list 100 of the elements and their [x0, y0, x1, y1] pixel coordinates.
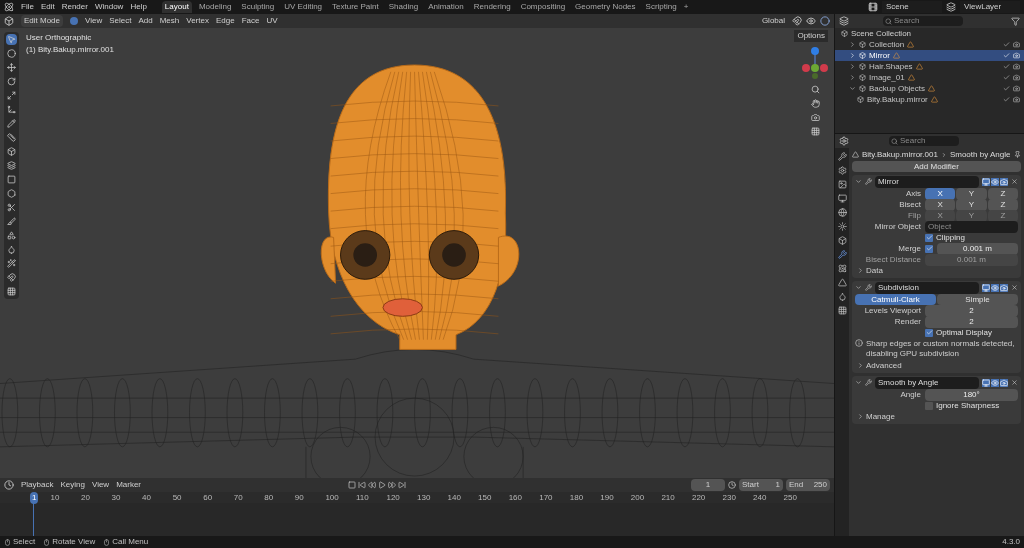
- menu-item[interactable]: View: [91, 479, 110, 491]
- outliner-row[interactable]: Image_01: [835, 72, 1024, 83]
- visibility-toggle-icon[interactable]: [1000, 283, 1008, 292]
- subpanel-header[interactable]: Advanced: [866, 359, 902, 372]
- menu-item[interactable]: Render: [61, 1, 88, 13]
- move-icon[interactable]: [7, 63, 16, 72]
- visibility-toggle-icon[interactable]: [991, 177, 999, 186]
- snap-icon[interactable]: [792, 16, 802, 26]
- grid-icon[interactable]: [810, 127, 820, 136]
- playback-control-icon[interactable]: [388, 481, 397, 489]
- close-icon[interactable]: [1011, 284, 1018, 291]
- checkbox-icon[interactable]: [1003, 85, 1010, 92]
- checkbox-icon[interactable]: [1003, 63, 1010, 70]
- workspace-tab[interactable]: Layout: [161, 1, 192, 13]
- editor-type-icon[interactable]: [839, 136, 849, 146]
- close-icon[interactable]: [1011, 379, 1018, 386]
- camera-icon[interactable]: [1013, 96, 1020, 103]
- add-workspace-button[interactable]: +: [683, 1, 689, 13]
- checkbox-icon[interactable]: [1003, 96, 1010, 103]
- segment-tab[interactable]: Simple: [937, 294, 1018, 305]
- visibility-toggle-icon[interactable]: [1000, 177, 1008, 186]
- editor-type-icon[interactable]: [839, 16, 849, 26]
- outliner-row[interactable]: Mirror: [835, 50, 1024, 61]
- workspace-tab[interactable]: Rendering: [470, 1, 514, 13]
- view-layer-field[interactable]: ViewLayer: [960, 1, 1020, 13]
- scale-icon[interactable]: [7, 91, 16, 100]
- ruler-icon[interactable]: [7, 133, 16, 142]
- segment-tab[interactable]: Catmull-Clark: [855, 294, 936, 305]
- menu-item[interactable]: Vertex: [186, 15, 209, 27]
- menu-item[interactable]: Select: [109, 15, 132, 27]
- circle-icon[interactable]: [7, 49, 16, 58]
- visibility-toggle-icon[interactable]: [991, 283, 999, 292]
- checkbox[interactable]: [925, 401, 933, 410]
- properties-tab-icon[interactable]: [837, 222, 847, 231]
- checkbox-icon[interactable]: [1003, 41, 1010, 48]
- camera-icon[interactable]: [1013, 41, 1020, 48]
- menu-item[interactable]: Marker: [116, 479, 142, 491]
- axis-toggle[interactable]: Z: [987, 187, 1018, 200]
- properties-search-field[interactable]: Search: [889, 136, 959, 146]
- workspace-tab[interactable]: Animation: [425, 1, 467, 13]
- rotate-icon[interactable]: [7, 77, 16, 86]
- menu-item[interactable]: Add: [138, 15, 153, 27]
- workspace-tab[interactable]: UV Editing: [281, 1, 326, 13]
- menu-item[interactable]: Window: [94, 1, 124, 13]
- properties-tab-icon[interactable]: [837, 208, 847, 217]
- subpanel-header[interactable]: Data: [866, 264, 883, 277]
- hand-icon[interactable]: [810, 99, 820, 108]
- menu-item[interactable]: Edit: [40, 1, 55, 13]
- axis-gizmo-icon[interactable]: [802, 46, 828, 80]
- menu-item[interactable]: Face: [241, 15, 260, 27]
- clock-icon[interactable]: [728, 481, 736, 489]
- playback-control-icon[interactable]: [398, 481, 407, 489]
- orientation-dropdown[interactable]: Global: [758, 15, 788, 27]
- camera-icon[interactable]: [1013, 85, 1020, 92]
- close-icon[interactable]: [1011, 178, 1018, 185]
- vertex-select-button[interactable]: [70, 17, 79, 25]
- subpanel-header[interactable]: Manage: [866, 410, 895, 423]
- outliner-search-field[interactable]: Search: [883, 16, 963, 26]
- modifier-name-field[interactable]: Mirror: [875, 175, 979, 188]
- cube-icon[interactable]: [7, 147, 16, 156]
- camera-icon[interactable]: [810, 113, 820, 122]
- current-frame-indicator[interactable]: 1: [30, 491, 39, 504]
- properties-tab-icon[interactable]: [837, 194, 847, 203]
- menu-item[interactable]: Help: [130, 1, 147, 13]
- add-modifier-button[interactable]: Add Modifier: [852, 161, 1021, 172]
- checkbox[interactable]: [925, 328, 933, 337]
- playback-control-icon[interactable]: [378, 481, 387, 489]
- workspace-tab[interactable]: Shading: [385, 1, 422, 13]
- pin-icon[interactable]: [1014, 151, 1021, 158]
- mode-dropdown[interactable]: Edit Mode: [21, 15, 64, 27]
- workspace-tab[interactable]: Modeling: [195, 1, 235, 13]
- outliner-row[interactable]: Bity.Bakup.mirror: [835, 94, 1024, 105]
- properties-tab-icon[interactable]: [837, 180, 847, 189]
- knife-icon[interactable]: [7, 203, 16, 212]
- visibility-toggle-icon[interactable]: [982, 378, 990, 387]
- editor-type-icon[interactable]: [4, 16, 14, 26]
- editor-type-icon[interactable]: [4, 480, 14, 490]
- menu-item[interactable]: File: [21, 1, 34, 13]
- properties-tab-icon[interactable]: [837, 236, 847, 245]
- workspace-tab[interactable]: Texture Paint: [329, 1, 382, 13]
- number-field[interactable]: 0.001 m: [937, 242, 1018, 255]
- camera-icon[interactable]: [1013, 74, 1020, 81]
- outliner-row[interactable]: Hair.Shapes: [835, 61, 1024, 72]
- properties-tab-icon[interactable]: [837, 306, 847, 315]
- checkbox[interactable]: [925, 233, 933, 242]
- workspace-tab[interactable]: Scripting: [642, 1, 680, 13]
- options-dropdown[interactable]: Options: [794, 30, 828, 42]
- playback-control-icon[interactable]: [358, 481, 367, 489]
- menu-item[interactable]: Mesh: [159, 15, 180, 27]
- modifier-name-field[interactable]: Smooth by Angle: [875, 376, 979, 389]
- scene-field[interactable]: Scene: [882, 1, 942, 13]
- workspace-tab[interactable]: Geometry Nodes: [572, 1, 639, 13]
- menu-item[interactable]: UV: [266, 15, 278, 27]
- frame-field[interactable]: 1: [691, 479, 725, 491]
- visibility-toggle-icon[interactable]: [1000, 378, 1008, 387]
- annotate-icon[interactable]: [7, 119, 16, 128]
- properties-tab-icon[interactable]: [837, 152, 847, 161]
- menu-item[interactable]: Keying: [60, 479, 85, 491]
- workspace-tab[interactable]: Sculpting: [238, 1, 278, 13]
- app-logo-icon[interactable]: [4, 2, 14, 12]
